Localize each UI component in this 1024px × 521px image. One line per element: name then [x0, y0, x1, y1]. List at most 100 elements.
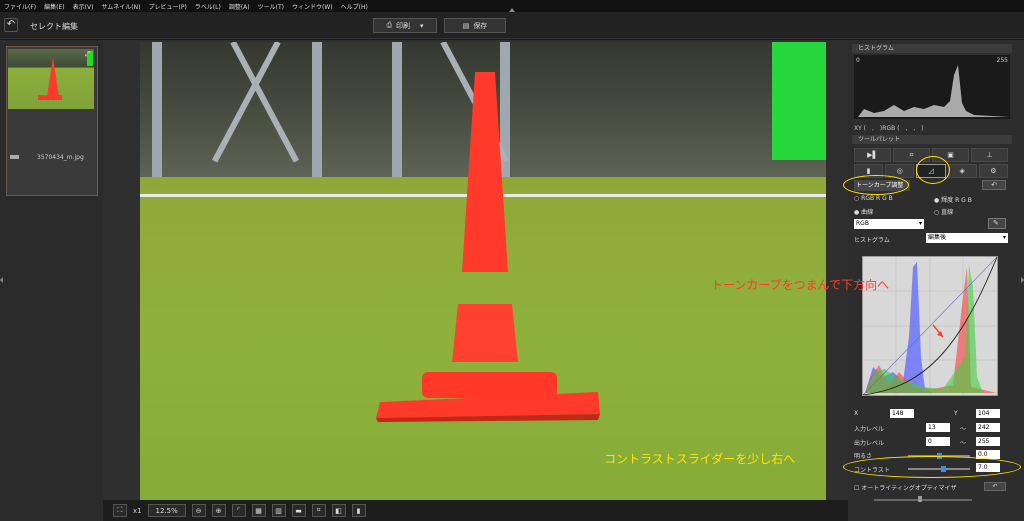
compare-button[interactable]: ▦: [251, 504, 266, 517]
x-input[interactable]: 148: [890, 409, 914, 418]
annotation-contrast: コントラストスライダーを少し右へ: [604, 452, 796, 466]
aspect-icon: ⌗: [316, 506, 321, 514]
thumbnail-filename: 3570434_m.jpg: [37, 154, 84, 161]
y-input[interactable]: 104: [976, 409, 1000, 418]
thumbnail-badge: [10, 155, 19, 159]
crop-button[interactable]: ⌜: [231, 504, 246, 517]
aspect-button[interactable]: ⌗: [311, 504, 326, 517]
fit-icon: ⛶: [117, 506, 123, 514]
radio-line[interactable]: ○ 直線: [934, 207, 953, 216]
reset-icon: ↶: [991, 181, 997, 189]
eyedropper-icon: ✎: [993, 219, 999, 227]
menu-file[interactable]: ファイル(F): [4, 2, 36, 11]
reset-icon: ↶: [992, 483, 998, 490]
save-button[interactable]: ▤ 保存: [444, 18, 506, 33]
menu-help[interactable]: ヘルプ(H): [341, 2, 368, 11]
thumbnail-card[interactable]: ⤢ 3570434_m.jpg: [6, 46, 98, 196]
highlight-tone-curve-label: [843, 175, 909, 195]
zoom-value: 12.5%: [155, 506, 178, 515]
color-button[interactable]: ◧: [331, 504, 346, 517]
radio-luma-label: 輝度 R G B: [941, 197, 972, 204]
tab-basic[interactable]: ▶▌: [854, 148, 891, 162]
input-level-low[interactable]: 13: [926, 423, 950, 432]
auto-optimizer-knob[interactable]: [918, 496, 922, 502]
cone-svg: [376, 72, 600, 422]
grid-button[interactable]: ▥: [271, 504, 286, 517]
menu-adjust[interactable]: 調整(A): [229, 2, 250, 11]
back-button[interactable]: ↶: [4, 18, 18, 32]
menu-tools[interactable]: ツール(T): [258, 2, 284, 11]
info-icon: ▬: [295, 506, 302, 515]
auto-optimizer-reset[interactable]: ↶: [984, 482, 1006, 491]
radio-rgb-label: RGB R G B: [861, 195, 893, 202]
auto-optimizer-label: オートライティングオプティマイザ: [861, 485, 957, 492]
range-tilde: 〜: [960, 440, 967, 447]
toolbar: ↶ セレクト編集 ⎙ 印刷 ▾ ▤ 保存: [0, 12, 1024, 39]
highlight-tone-curve-tab: [916, 156, 950, 184]
fit-view-button[interactable]: ⛶: [113, 504, 127, 517]
tab-color[interactable]: ◈: [947, 164, 977, 178]
menu-window[interactable]: ウィンドウ(W): [292, 2, 333, 11]
tab-lens[interactable]: ⊥: [971, 148, 1008, 162]
output-level-high[interactable]: 255: [976, 437, 1000, 446]
color-icon: ◧: [335, 506, 342, 515]
menu-thumbnail[interactable]: サムネイル(N): [101, 2, 140, 11]
x-label: X: [854, 410, 859, 417]
zoom-select[interactable]: 12.5%: [147, 504, 186, 517]
y-label: Y: [954, 410, 958, 417]
radio-luma[interactable]: ● 輝度 R G B: [934, 195, 972, 204]
details-button[interactable]: ▮: [351, 504, 366, 517]
print-button[interactable]: ⎙ 印刷 ▾: [373, 18, 437, 33]
traffic-cone-upper-band: [452, 304, 518, 362]
channel-select-value: RGB: [856, 220, 869, 227]
print-label: 印刷: [396, 21, 411, 30]
compare-icon: ▦: [255, 506, 262, 515]
eyedropper-button[interactable]: ✎: [988, 218, 1006, 229]
image-viewer[interactable]: [103, 40, 848, 500]
channel-select[interactable]: RGB ▾: [854, 219, 924, 229]
viewer-toolbar: ⛶ x1 12.5% ⊖ ⊕ ⌜ ▦ ▥ ▬ ⌗ ◧ ▮: [103, 500, 848, 521]
left-panel-toggle-icon[interactable]: [0, 277, 3, 283]
zoom-x-label[interactable]: x1: [133, 507, 142, 515]
histogram-option-label: ヒストグラム: [854, 237, 890, 244]
thumbnail-cone-base: [38, 95, 62, 100]
tool-palette-header[interactable]: ツールパレット: [852, 135, 1012, 144]
auto-optimizer-slider[interactable]: [874, 499, 972, 501]
back-arrow-icon: ↶: [6, 19, 16, 30]
chevron-down-icon: ▾: [918, 220, 922, 227]
menu-preview[interactable]: プレビュー(P): [148, 2, 186, 11]
tab-settings[interactable]: ⚙: [978, 164, 1009, 178]
radio-curve[interactable]: ● 曲線: [854, 207, 873, 216]
traffic-cone-body: [462, 72, 508, 272]
menu-edit[interactable]: 編集(E): [44, 2, 64, 11]
photo[interactable]: [140, 42, 826, 500]
input-level-label: 入力レベル: [854, 426, 885, 433]
traffic-cone-ring: [422, 372, 557, 398]
menu-view[interactable]: 表示(V): [73, 2, 94, 11]
histogram-header[interactable]: ヒストグラム: [852, 44, 1012, 53]
zoom-out-button[interactable]: ⊖: [191, 504, 206, 517]
output-level-label: 出力レベル: [854, 440, 885, 447]
histogram-svg: [858, 65, 1010, 117]
page-title: セレクト編集: [30, 22, 78, 31]
save-label: 保存: [473, 21, 488, 30]
histogram-select[interactable]: 編集後 ▾: [926, 233, 1008, 243]
auto-optimizer-row[interactable]: ☐ オートライティングオプティマイザ: [854, 483, 956, 492]
input-level-high[interactable]: 242: [976, 423, 1000, 432]
minus-icon: ⊖: [195, 506, 202, 515]
histogram-shape: [858, 65, 1010, 117]
expand-icon[interactable]: ⤢: [85, 50, 95, 58]
radio-curve-label: 曲線: [861, 209, 874, 216]
radio-line-label: 直線: [941, 209, 954, 216]
info-button[interactable]: ▬: [291, 504, 306, 517]
zoom-in-button[interactable]: ⊕: [211, 504, 226, 517]
range-tilde: 〜: [960, 426, 967, 433]
output-level-low[interactable]: 0: [926, 437, 950, 446]
histogram-box: 0 255: [854, 55, 1010, 119]
radio-rgb[interactable]: ○ RGB R G B: [854, 195, 893, 202]
histogram-select-value: 編集後: [928, 234, 947, 241]
menu-label[interactable]: ラベル(L): [195, 2, 221, 11]
thumbnail-image[interactable]: [8, 49, 94, 109]
tone-curve-reset-button[interactable]: ↶: [982, 180, 1006, 190]
chevron-down-icon[interactable]: ▾: [420, 22, 424, 30]
